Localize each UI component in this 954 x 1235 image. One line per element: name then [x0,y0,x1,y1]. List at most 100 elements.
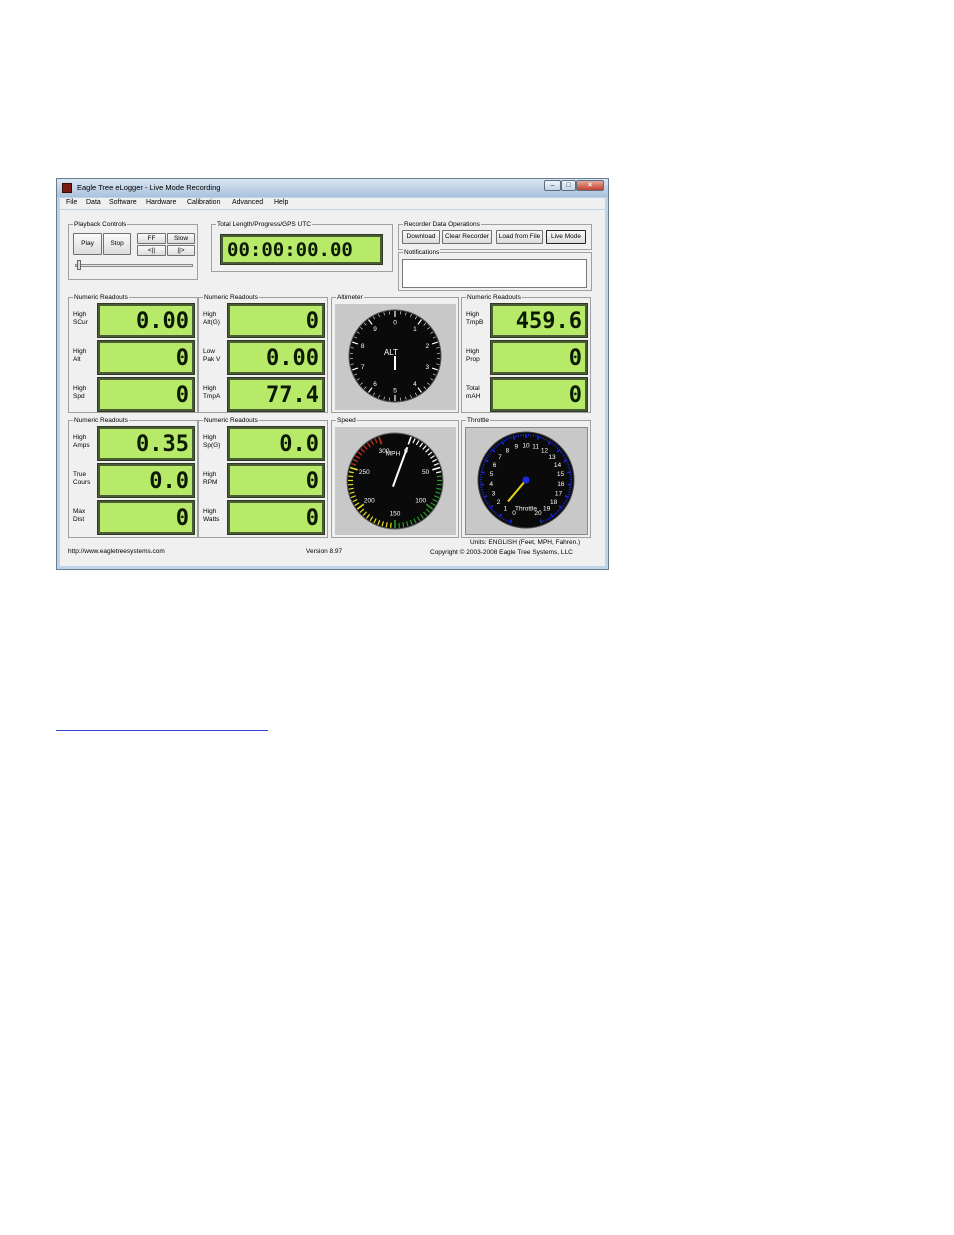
throttle-tick-label: 15 [557,471,565,478]
menu-file[interactable]: File [66,199,77,206]
speed-tick-label: 50 [422,469,430,476]
document-link-underline[interactable] [56,730,268,731]
menu-software[interactable]: Software [109,199,137,206]
throttle-tick [482,464,485,466]
throttle-gauge: 0123456789 10 11121314151617181920Throttle [477,431,575,529]
notifications-box[interactable] [402,259,587,288]
speed-tick [348,475,354,478]
copyright-text: Copyright © 2003-2008 Eagle Tree Systems… [430,549,573,556]
altimeter-tick-label: 2 [426,343,430,350]
throttle-tick [567,471,572,474]
load-from-file-button[interactable]: Load from File [496,230,543,244]
download-button[interactable]: Download [402,230,440,244]
throttle-tick-label: 9 [515,444,519,451]
total-length-display: 00:00:00.00 [220,234,383,265]
altimeter-tick-label: 6 [373,381,377,388]
numeric-readouts-label: Numeric Readouts [203,416,259,425]
readout-name: High Alt [73,348,87,363]
readout-display: 0.35 [97,426,195,461]
throttle-label: Throttle [466,416,491,425]
readout-name: High TmpA [203,385,221,400]
numeric-readouts-group-2: Numeric Readouts High Alt(G) 0 Low Pak V 0.0… [198,293,328,413]
clear-recorder-button[interactable]: Clear Recorder [442,230,492,244]
readout-display: 0.00 [227,340,325,375]
numeric-readouts-label: Numeric Readouts [73,293,129,302]
maximize-icon[interactable]: □ [561,180,576,191]
stop-button[interactable]: Stop [103,233,131,255]
readout-display: 0 [97,500,195,535]
window-title: Eagle Tree eLogger - Live Mode Recording [77,183,221,192]
readout-name: High Amps [73,434,90,449]
throttle-tick-label: 8 [506,448,510,455]
throttle-tick-label: 3 [492,490,496,497]
live-mode-button[interactable]: Live Mode [546,230,586,244]
throttle-tick-label: 14 [554,462,562,469]
step-forward-button[interactable]: ||> [167,245,195,256]
throttle-tick [567,464,570,466]
throttle-tick [568,466,571,469]
step-back-button[interactable]: <|| [137,245,166,256]
throttle-tick [539,436,542,439]
throttle-tick [482,493,485,496]
throttle-tick [481,491,484,493]
total-length-group: Total Length/Progress/GPS UTC 00:00:00.0… [211,220,393,272]
throttle-tick-label: 17 [555,490,563,497]
speed-tick-label: 200 [364,497,375,504]
menu-hardware[interactable]: Hardware [146,199,176,206]
numeric-readouts-label: Numeric Readouts [203,293,259,302]
recorder-operations-group: Recorder Data Operations Download Clear … [398,220,592,250]
throttle-group: Throttle 0 1 2 3 4 5 6 7 8 9 10 11 12 13 14 15 16 17 18 19 2… [461,416,591,538]
readout-name: High RPM [203,471,218,486]
menu-data[interactable]: Data [86,199,101,206]
throttle-tick [536,435,540,440]
playback-slider[interactable] [75,264,193,267]
altimeter-tick-label: 8 [361,343,365,350]
menu-help[interactable]: Help [274,199,288,206]
altimeter-tick-label: 3 [426,364,430,371]
speed-label: Speed [336,416,357,425]
altimeter-tick-label: 9 [373,326,377,333]
readout-name: High Sp(G) [203,434,221,449]
playback-controls-label: Playback Controls [73,220,128,229]
readout-value: 0 [175,346,189,371]
play-button[interactable]: Play [73,233,102,255]
playback-slider-thumb[interactable] [77,260,81,270]
altimeter-tick-label: 4 [413,381,417,388]
readout-name: High Prop [466,348,480,363]
altimeter-panel: 0 1 2 3 4 5 6 7 8 9 ALT [335,304,456,410]
readout-display: 77.4 [227,377,325,412]
website-url[interactable]: http://www.eagletreesystems.com [68,548,165,555]
readout-name: High TmpB [466,311,484,326]
numeric-readouts-label: Numeric Readouts [73,416,129,425]
total-length-label: Total Length/Progress/GPS UTC [216,220,312,229]
readout-value: 0 [175,506,189,531]
throttle-tick [508,437,510,440]
version-text: Version 8.97 [306,548,343,555]
readout-display: 0 [490,340,588,375]
altimeter-tick-label: 5 [393,387,397,394]
throttle-tick-label: 16 [557,481,565,488]
readout-value: 0.0 [279,432,319,457]
readout-name: High SCur [73,311,88,326]
altimeter-tick-label: 7 [361,364,365,371]
slow-button[interactable]: Slow [167,233,195,244]
speed-tick-label: 100 [415,497,426,504]
numeric-readouts-group-5: Numeric Readouts High Sp(G) 0.0 High RPM 0 Hi… [198,416,328,538]
menu-calibration[interactable]: Calibration [187,199,220,206]
throttle-tick [481,466,484,469]
readout-value: 0 [305,469,319,494]
close-icon[interactable]: × [576,180,604,191]
numeric-readouts-group-1: Numeric Readouts High SCur 0.00 High Alt 0 Hi… [68,293,198,413]
readout-name: High Alt(G) [203,311,220,326]
speed-tick [436,487,442,490]
readout-name: Total mAH [466,385,481,400]
title-bar[interactable]: Eagle Tree eLogger - Live Mode Recording… [57,179,608,197]
fast-forward-button[interactable]: FF [137,233,166,244]
readout-name: High Spd [73,385,87,400]
menu-advanced[interactable]: Advanced [232,199,263,206]
minimize-icon[interactable]: – [544,180,561,191]
readout-value: 0.00 [136,309,189,334]
readout-display: 0 [227,303,325,338]
readout-display: 0.00 [97,303,195,338]
altimeter-label: Altimeter [336,293,364,302]
